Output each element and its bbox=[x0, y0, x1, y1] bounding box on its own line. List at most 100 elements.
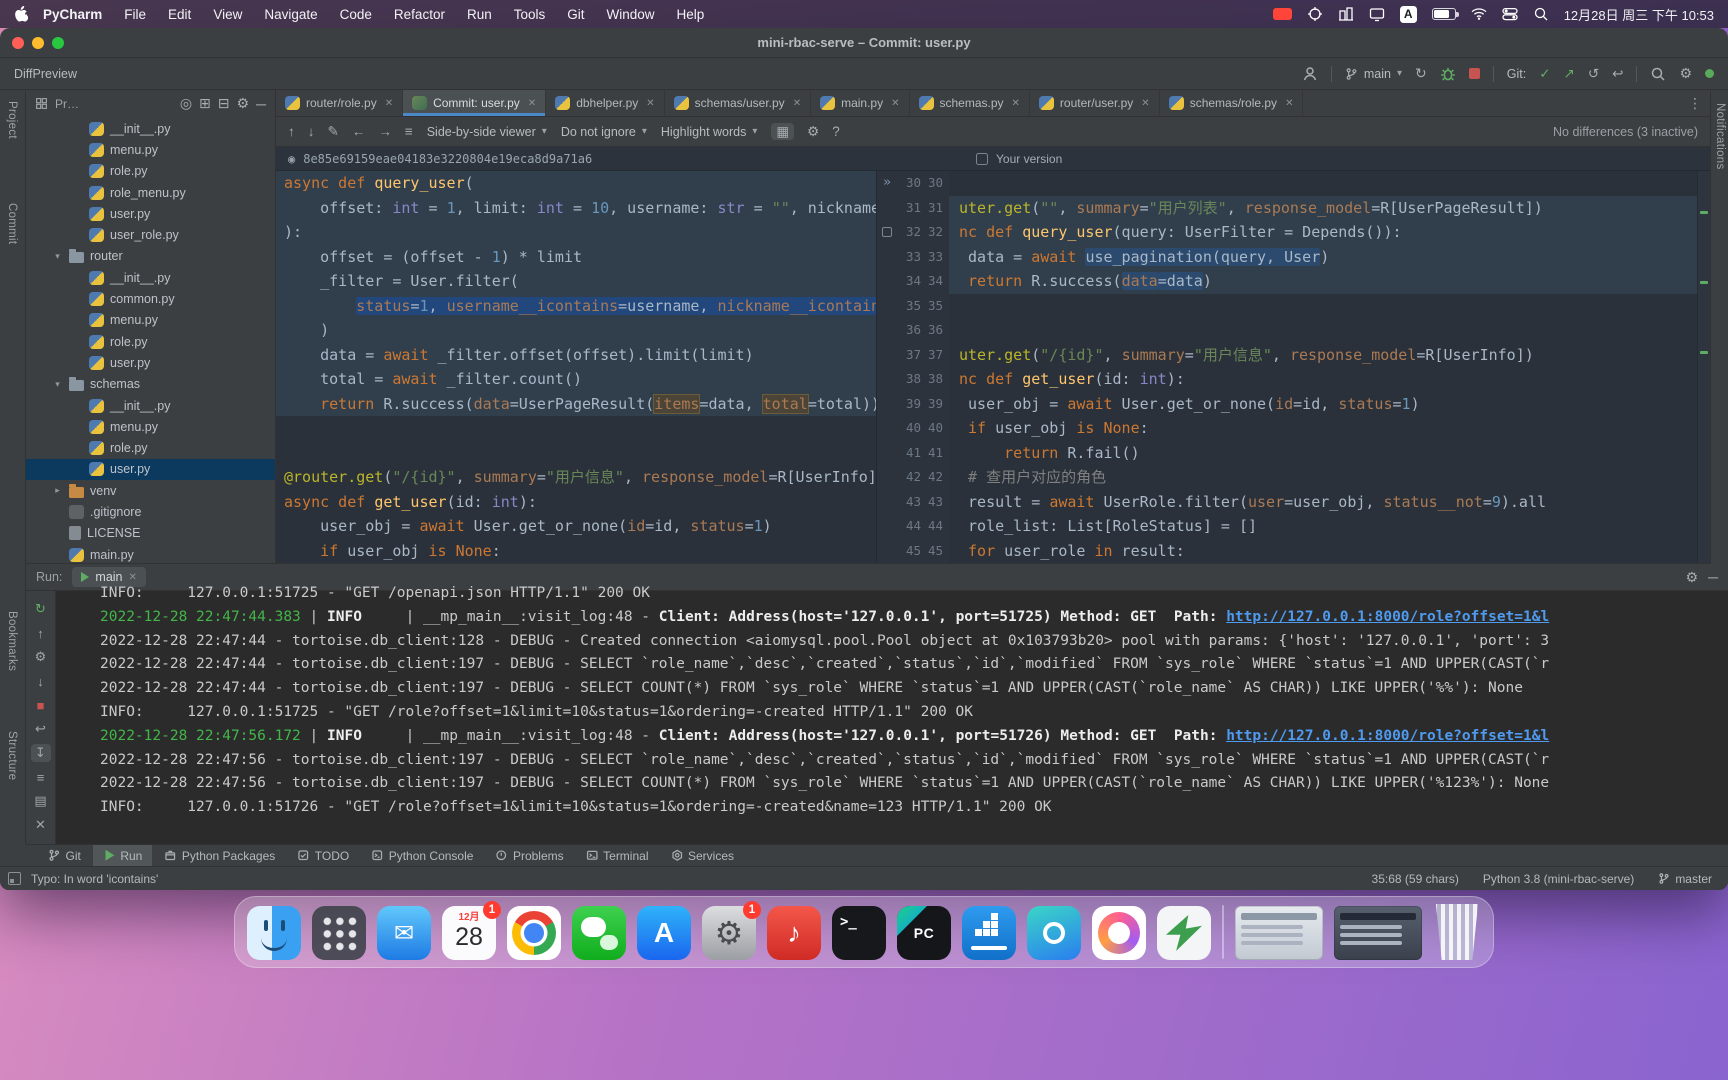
menubar-item-pycharm[interactable]: PyCharm bbox=[32, 7, 113, 22]
compare-next-file-icon[interactable]: → bbox=[378, 125, 392, 139]
dock-clash-icon[interactable] bbox=[1157, 906, 1211, 960]
screen-recording-stop-icon[interactable] bbox=[1272, 8, 1292, 20]
stripe-notifications[interactable]: Notifications bbox=[1714, 103, 1726, 170]
close-tab-icon[interactable]: ✕ bbox=[646, 98, 654, 109]
compare-previous-file-icon[interactable]: ← bbox=[352, 125, 366, 139]
highlight-policy-select[interactable]: Highlight words ▾ bbox=[661, 125, 758, 139]
your-version-checkbox[interactable] bbox=[976, 152, 988, 165]
toolwindow-git[interactable]: Git bbox=[38, 845, 91, 866]
commit-check-icon[interactable]: ✓ bbox=[1539, 67, 1550, 81]
dock-window2-preview[interactable] bbox=[1334, 906, 1422, 960]
log-link[interactable]: http://127.0.0.1:8000/role?offset=1&l bbox=[1226, 728, 1549, 744]
zoom-window-button[interactable] bbox=[52, 37, 64, 49]
menubar-item-code[interactable]: Code bbox=[329, 7, 383, 22]
dock-appstore-icon[interactable]: A bbox=[637, 906, 691, 960]
menubar-item-navigate[interactable]: Navigate bbox=[253, 7, 328, 22]
editor-tab[interactable]: schemas/user.py ✕ bbox=[665, 90, 812, 116]
diff-settings-icon[interactable]: ⚙ bbox=[807, 125, 819, 139]
close-run-tab-icon[interactable]: ✕ bbox=[129, 572, 137, 583]
editor-tab[interactable]: schemas.py ✕ bbox=[910, 90, 1030, 116]
commit-hash[interactable]: 8e85e69159eae04183e3220804e19eca8d9a71a6 bbox=[303, 152, 592, 166]
editor-tab[interactable]: router/role.py ✕ bbox=[276, 90, 404, 116]
soft-wrap-icon[interactable]: ↩ bbox=[31, 720, 51, 738]
dock-terminal-icon[interactable]: >_ bbox=[832, 906, 886, 960]
log-link[interactable]: http://127.0.0.1:8000/role?offset=1&l bbox=[1226, 609, 1549, 625]
update-project-icon[interactable]: ↻ bbox=[1415, 65, 1427, 82]
dock-launchpad-icon[interactable] bbox=[312, 906, 366, 960]
minimize-window-button[interactable] bbox=[32, 37, 44, 49]
dock-docker-icon[interactable] bbox=[962, 906, 1016, 960]
buildings-icon[interactable] bbox=[1338, 6, 1354, 22]
run-console[interactable]: INFO: 127.0.0.1:51725 - "GET /openapi.js… bbox=[56, 582, 1728, 844]
rollback-icon[interactable]: ↩ bbox=[1612, 67, 1623, 81]
push-icon[interactable]: ↗ bbox=[1564, 67, 1575, 81]
toolwindow-todo[interactable]: TODO bbox=[287, 845, 359, 866]
debug-icon[interactable] bbox=[1440, 66, 1456, 82]
stripe-bookmarks[interactable]: Bookmarks bbox=[6, 611, 18, 671]
account-icon[interactable] bbox=[1302, 66, 1318, 82]
restore-layout-icon[interactable]: ≡ bbox=[31, 768, 51, 786]
spotlight-icon[interactable] bbox=[1533, 6, 1549, 22]
tree-expand-arrow[interactable]: ▸ bbox=[52, 485, 63, 496]
project-tree-item[interactable]: user.py bbox=[26, 352, 275, 373]
locate-file-icon[interactable]: ◎ bbox=[180, 95, 192, 112]
help-icon[interactable]: ? bbox=[832, 125, 840, 139]
close-tab-icon[interactable]: ✕ bbox=[793, 98, 801, 109]
stop-icon[interactable]: ■ bbox=[31, 696, 51, 714]
dock-tealapp-icon[interactable] bbox=[1027, 906, 1081, 960]
close-tab-icon[interactable]: ✕ bbox=[891, 98, 899, 109]
project-tree-item[interactable]: __init__.py bbox=[26, 267, 275, 288]
project-tree-item[interactable]: main.py bbox=[26, 544, 275, 563]
branch-selector[interactable]: main ▾ bbox=[1345, 67, 1402, 81]
titlebar[interactable]: mini-rbac-serve – Commit: user.py bbox=[0, 28, 1728, 58]
caret-position-widget[interactable]: 35:68 (59 chars) bbox=[1372, 872, 1459, 886]
project-tree-item[interactable]: user_role.py bbox=[26, 224, 275, 245]
project-tree-item[interactable]: role.py bbox=[26, 437, 275, 458]
project-tree-item[interactable]: role_menu.py bbox=[26, 182, 275, 203]
menubar-item-file[interactable]: File bbox=[113, 7, 157, 22]
next-difference-icon[interactable]: ↓ bbox=[308, 125, 315, 139]
dock-window1-preview[interactable] bbox=[1235, 906, 1323, 960]
viewer-mode-select[interactable]: Side-by-side viewer ▾ bbox=[427, 125, 547, 139]
previous-difference-icon[interactable]: ↑ bbox=[288, 125, 295, 139]
scroll-to-end-icon[interactable]: ↧ bbox=[30, 744, 51, 762]
sync-scrolling-icon[interactable]: ▦ bbox=[771, 122, 795, 141]
diff-right-editor[interactable]: » 30 30 31 31 uter.get("", summary="用户列表", re… bbox=[876, 171, 1710, 563]
battery-icon[interactable] bbox=[1431, 8, 1459, 20]
run-config-icon[interactable]: ⚙ bbox=[31, 648, 51, 666]
collapse-all-icon[interactable]: ⊟ bbox=[218, 95, 230, 112]
menubar-item-help[interactable]: Help bbox=[666, 7, 716, 22]
status-message[interactable]: Typo: In word 'icontains' bbox=[31, 872, 158, 886]
scroll-up-icon[interactable]: ↑ bbox=[31, 624, 51, 642]
project-tree-item[interactable]: user.py bbox=[26, 203, 275, 224]
stop-icon[interactable] bbox=[1468, 68, 1480, 79]
toolwindow-python-console[interactable]: Python Console bbox=[361, 845, 483, 866]
more-tabs-icon[interactable]: ⋮ bbox=[1688, 95, 1702, 112]
ignore-policy-select[interactable]: Do not ignore ▾ bbox=[561, 125, 647, 139]
close-tab-icon[interactable]: ✕ bbox=[1141, 98, 1149, 109]
toolwindow-problems[interactable]: Problems bbox=[485, 845, 573, 866]
menubar-item-tools[interactable]: Tools bbox=[503, 7, 557, 22]
project-tree-item[interactable]: .gitignore bbox=[26, 501, 275, 522]
project-tree-item[interactable]: ▸ venv bbox=[26, 480, 275, 501]
input-source-icon[interactable]: A bbox=[1399, 5, 1417, 23]
project-tree-item[interactable]: role.py bbox=[26, 161, 275, 182]
location-icon[interactable] bbox=[1307, 6, 1323, 22]
close-tab-icon[interactable]: ✕ bbox=[1285, 98, 1293, 109]
menubar-item-run[interactable]: Run bbox=[456, 7, 503, 22]
git-branch-widget[interactable]: master bbox=[1658, 872, 1712, 886]
history-icon[interactable]: ↺ bbox=[1588, 67, 1599, 81]
toolwindow-python-packages[interactable]: Python Packages bbox=[154, 845, 285, 866]
chunk-checkbox[interactable] bbox=[882, 227, 892, 238]
menubar-item-refactor[interactable]: Refactor bbox=[383, 7, 456, 22]
dock-chrome-icon[interactable] bbox=[507, 906, 561, 960]
menubar-item-window[interactable]: Window bbox=[596, 7, 666, 22]
project-tree-item[interactable]: common.py bbox=[26, 288, 275, 309]
editor-tab[interactable]: Commit: user.py ✕ bbox=[403, 90, 547, 116]
scroll-down-icon[interactable]: ↓ bbox=[31, 672, 51, 690]
project-tree-item[interactable]: user.py bbox=[26, 458, 275, 481]
project-tree-item[interactable]: LICENSE bbox=[26, 523, 275, 544]
project-tree-item[interactable]: ▾ schemas bbox=[26, 374, 275, 395]
project-panel-title[interactable]: Pr… bbox=[55, 97, 79, 111]
dock-pycharm-icon[interactable]: PC bbox=[897, 906, 951, 960]
